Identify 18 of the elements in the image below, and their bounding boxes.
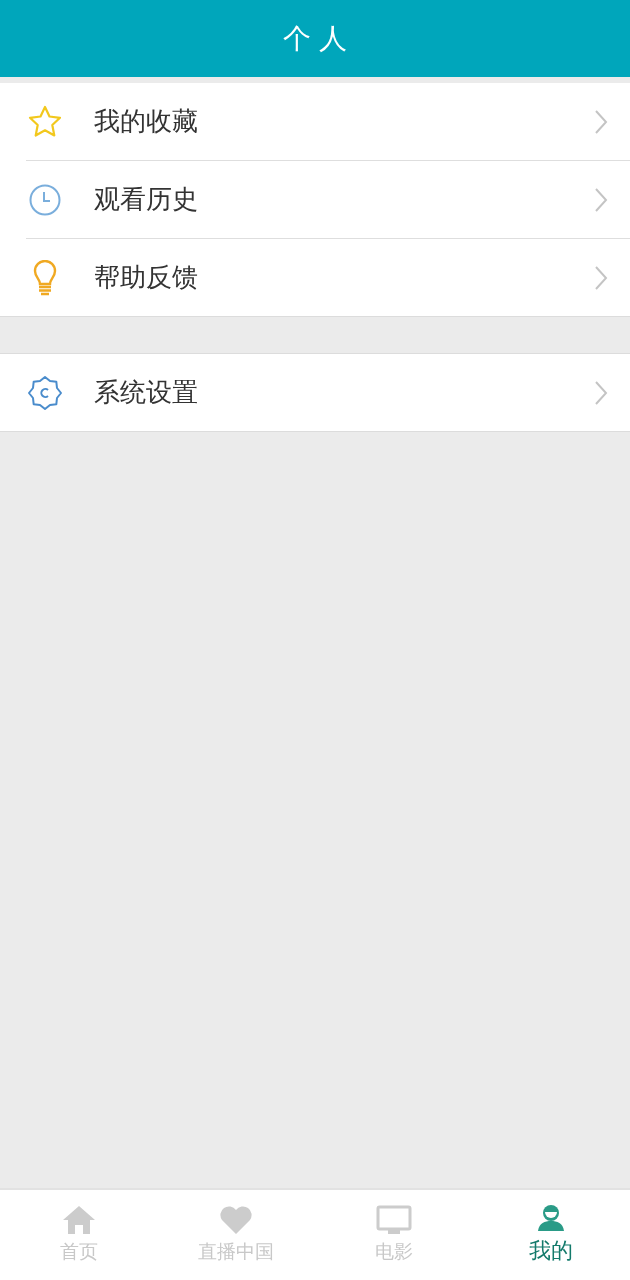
menu-label: 帮助反馈: [94, 261, 199, 294]
chevron-right-icon: [594, 379, 608, 406]
tab-item[interactable]: 我的: [472, 1190, 630, 1280]
chevron-right-icon: [594, 186, 608, 213]
menu-item[interactable]: 观看历史: [0, 161, 630, 238]
menu-item[interactable]: 系统设置: [0, 354, 630, 431]
page-title: 个 人: [282, 20, 348, 57]
chevron-right-icon: [594, 264, 608, 291]
tv-icon: [375, 1204, 412, 1235]
menu-item[interactable]: 我的收藏: [0, 83, 630, 160]
menu-item[interactable]: 帮助反馈: [0, 239, 630, 316]
home-icon: [61, 1204, 96, 1235]
menu-label: 系统设置: [94, 376, 199, 409]
menu-label: 观看历史: [94, 183, 199, 216]
person-icon: [537, 1203, 566, 1232]
heart-icon: [219, 1204, 254, 1235]
menu-label: 我的收藏: [94, 105, 199, 138]
chevron-right-icon: [594, 108, 608, 135]
